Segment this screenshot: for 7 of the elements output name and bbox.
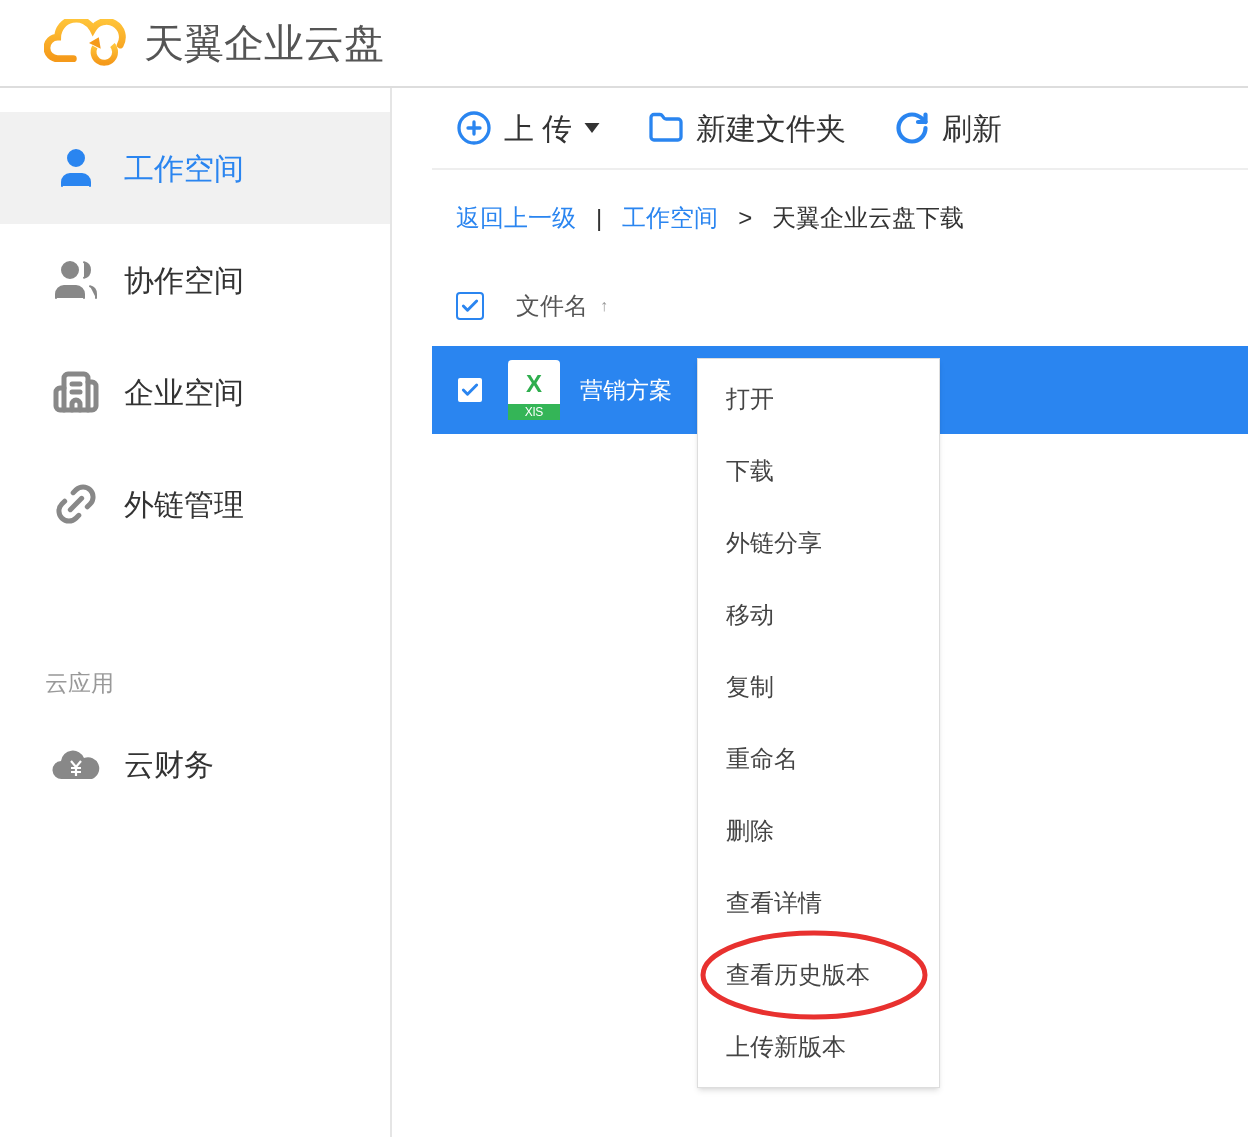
breadcrumb-text: >	[738, 203, 753, 233]
separator: |	[596, 203, 603, 233]
icon-label: XlS	[508, 404, 560, 420]
section-title: 云应用	[44, 669, 115, 698]
app-title: 天翼企业云盘	[144, 20, 384, 67]
breadcrumb-text: 天翼企业云盘下载	[772, 203, 965, 233]
icon-letter: X	[526, 372, 542, 396]
